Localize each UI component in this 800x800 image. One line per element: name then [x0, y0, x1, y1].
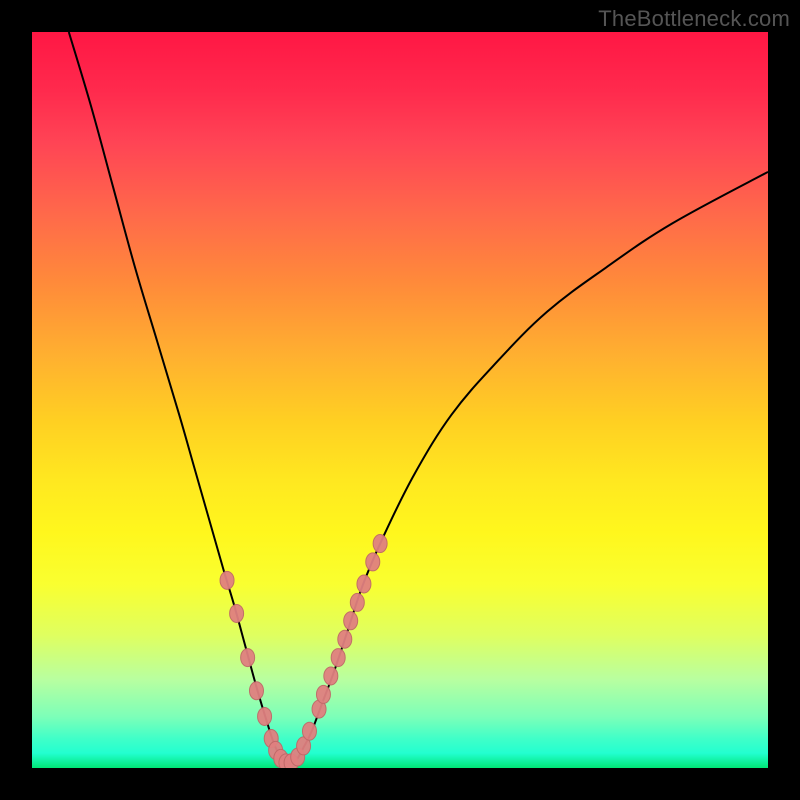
data-marker [350, 593, 364, 611]
data-marker [230, 604, 244, 622]
data-marker [249, 682, 263, 700]
data-marker [366, 553, 380, 571]
marker-group [220, 535, 387, 768]
data-marker [258, 707, 272, 725]
right-branch-curve [290, 172, 768, 764]
data-marker [357, 575, 371, 593]
data-marker [344, 612, 358, 630]
data-marker [316, 685, 330, 703]
curve-layer [32, 32, 768, 768]
data-marker [338, 630, 352, 648]
data-marker [220, 571, 234, 589]
plot-area [32, 32, 768, 768]
data-marker [373, 535, 387, 553]
data-marker [324, 667, 338, 685]
left-branch-curve [69, 32, 290, 764]
chart-stage: TheBottleneck.com [0, 0, 800, 800]
data-marker [302, 722, 316, 740]
data-marker [331, 649, 345, 667]
data-marker [241, 649, 255, 667]
watermark-text: TheBottleneck.com [598, 6, 790, 32]
